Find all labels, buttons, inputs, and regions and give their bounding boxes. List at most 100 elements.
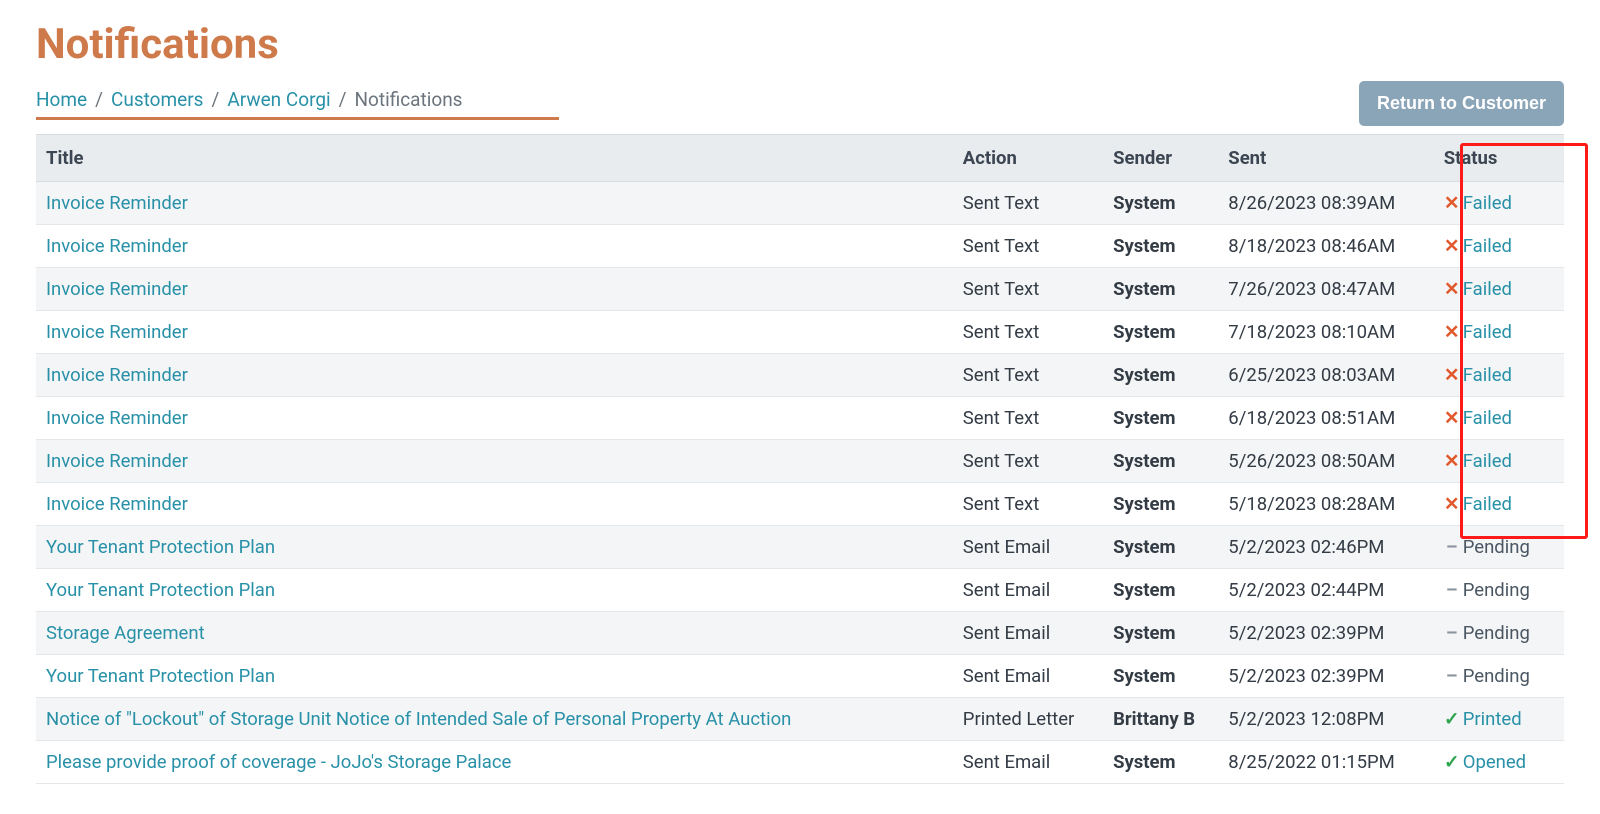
x-icon: ✕ — [1444, 192, 1460, 214]
breadcrumb-sep: / — [211, 88, 219, 111]
page-wrap: Notifications Home / Customers / Arwen C… — [36, 20, 1564, 784]
cell-status: –Pending — [1434, 612, 1564, 655]
table-row: Invoice ReminderSent TextSystem6/25/2023… — [36, 354, 1564, 397]
cell-status: ✕Failed — [1434, 225, 1564, 268]
table-row: Invoice Reminder Sent Text System 5/18/2023… — [36, 483, 1564, 526]
cell-action: Sent Text — [953, 225, 1103, 268]
cell-action: Sent Text — [953, 483, 1103, 526]
cell-action: Sent Email — [953, 612, 1103, 655]
x-icon: ✕ — [1444, 364, 1460, 386]
notification-title-link[interactable]: Your Tenant Protection Plan — [46, 536, 275, 558]
cell-sent: 8/18/2023 08:46AM — [1218, 225, 1433, 268]
cell-sent: 6/25/2023 08:03AM — [1218, 354, 1433, 397]
notification-title-link[interactable]: Invoice Reminder — [46, 364, 188, 386]
notification-title-link[interactable]: Invoice Reminder — [46, 493, 188, 515]
notification-title-link[interactable]: Your Tenant Protection Plan — [46, 579, 275, 601]
dash-icon: – — [1444, 536, 1460, 558]
notification-title-link[interactable]: Invoice Reminder — [46, 192, 188, 214]
cell-status: ✓Opened — [1434, 741, 1564, 784]
notification-title-link[interactable]: Invoice Reminder — [46, 235, 188, 257]
cell-action: Sent Text — [953, 354, 1103, 397]
cell-status: ✕Failed — [1434, 354, 1564, 397]
dash-icon: – — [1444, 665, 1460, 687]
notification-title-link[interactable]: Storage Agreement — [46, 622, 205, 644]
table-row: Your Tenant Protection PlanSent EmailSys… — [36, 526, 1564, 569]
cell-sent: 5/2/2023 02:39PM — [1218, 655, 1433, 698]
status-text: Pending — [1463, 536, 1530, 558]
cell-sent: 5/2/2023 02:39PM — [1218, 612, 1433, 655]
cell-sent: 7/26/2023 08:47AM — [1218, 268, 1433, 311]
col-header-action[interactable]: Action — [953, 135, 1103, 182]
status-text: Failed — [1463, 450, 1512, 472]
cell-sender: System — [1113, 579, 1175, 601]
table-row: Invoice Reminder Sent Text System 8/18/2023… — [36, 225, 1564, 268]
cell-sent: 7/18/2023 08:10AM — [1218, 311, 1433, 354]
cell-sender: System — [1113, 407, 1175, 429]
cell-action: Sent Text — [953, 311, 1103, 354]
dash-icon: – — [1444, 579, 1460, 601]
return-to-customer-button[interactable]: Return to Customer — [1359, 81, 1564, 126]
breadcrumb-customers[interactable]: Customers — [111, 88, 204, 111]
cell-action: Sent Text — [953, 182, 1103, 225]
status-text: Pending — [1463, 579, 1530, 601]
cell-sender: System — [1113, 192, 1175, 214]
x-icon: ✕ — [1444, 493, 1460, 515]
dash-icon: – — [1444, 622, 1460, 644]
cell-sender: System — [1113, 536, 1175, 558]
notification-title-link[interactable]: Your Tenant Protection Plan — [46, 665, 275, 687]
breadcrumb-home[interactable]: Home — [36, 88, 87, 111]
cell-action: Sent Email — [953, 741, 1103, 784]
cell-sent: 5/2/2023 12:08PM — [1218, 698, 1433, 741]
x-icon: ✕ — [1444, 321, 1460, 343]
status-text: Failed — [1463, 235, 1512, 257]
table-row: Invoice Reminder Sent Text System 7/18/2023… — [36, 311, 1564, 354]
status-text: Failed — [1463, 364, 1512, 386]
notification-title-link[interactable]: Invoice Reminder — [46, 321, 188, 343]
table-row: Notice of "Lockout" of Storage Unit Noti… — [36, 698, 1564, 741]
cell-sender: Brittany B — [1113, 708, 1195, 730]
cell-sent: 5/2/2023 02:44PM — [1218, 569, 1433, 612]
notification-title-link[interactable]: Invoice Reminder — [46, 278, 188, 300]
x-icon: ✕ — [1444, 235, 1460, 257]
cell-sender: System — [1113, 235, 1175, 257]
cell-sender: System — [1113, 751, 1175, 773]
cell-status: ✓Printed — [1434, 698, 1564, 741]
check-icon: ✓ — [1444, 708, 1460, 730]
cell-sender: System — [1113, 450, 1175, 472]
status-text: Pending — [1463, 622, 1530, 644]
col-header-sent[interactable]: Sent — [1218, 135, 1433, 182]
cell-action: Printed Letter — [953, 698, 1103, 741]
notification-title-link[interactable]: Please provide proof of coverage - JoJo'… — [46, 751, 511, 773]
cell-status: –Pending — [1434, 569, 1564, 612]
cell-sender: System — [1113, 622, 1175, 644]
cell-sender: System — [1113, 278, 1175, 300]
cell-action: Sent Email — [953, 569, 1103, 612]
cell-sender: System — [1113, 321, 1175, 343]
breadcrumb: Home / Customers / Arwen Corgi / Notific… — [36, 88, 559, 120]
notification-title-link[interactable]: Notice of "Lockout" of Storage Unit Noti… — [46, 708, 791, 730]
cell-status: ✕Failed — [1434, 311, 1564, 354]
cell-status: ✕Failed — [1434, 397, 1564, 440]
notification-title-link[interactable]: Invoice Reminder — [46, 450, 188, 472]
cell-status: ✕Failed — [1434, 268, 1564, 311]
table-row: Storage Agreement Sent Email System 5/2/202… — [36, 612, 1564, 655]
notifications-table: Title Action Sender Sent Status Invoice … — [36, 134, 1564, 784]
cell-sender: System — [1113, 493, 1175, 515]
status-text: Failed — [1463, 407, 1512, 429]
notification-title-link[interactable]: Invoice Reminder — [46, 407, 188, 429]
cell-sent: 6/18/2023 08:51AM — [1218, 397, 1433, 440]
breadcrumb-current: Notifications — [354, 88, 462, 111]
header-row: Home / Customers / Arwen Corgi / Notific… — [36, 81, 1564, 126]
cell-sent: 5/18/2023 08:28AM — [1218, 483, 1433, 526]
table-row: Your Tenant Protection PlanSent EmailSys… — [36, 655, 1564, 698]
status-text: Failed — [1463, 192, 1512, 214]
cell-status: ✕Failed — [1434, 483, 1564, 526]
table-row: Your Tenant Protection Plan Sent Email Sys… — [36, 569, 1564, 612]
cell-status: –Pending — [1434, 526, 1564, 569]
col-header-title[interactable]: Title — [36, 135, 953, 182]
col-header-status[interactable]: Status — [1434, 135, 1564, 182]
table-row: Invoice ReminderSent TextSystem5/26/2023… — [36, 440, 1564, 483]
col-header-sender[interactable]: Sender — [1103, 135, 1218, 182]
table-body: Invoice ReminderSent TextSystem8/26/2023… — [36, 182, 1564, 784]
breadcrumb-customer-name[interactable]: Arwen Corgi — [227, 88, 330, 111]
